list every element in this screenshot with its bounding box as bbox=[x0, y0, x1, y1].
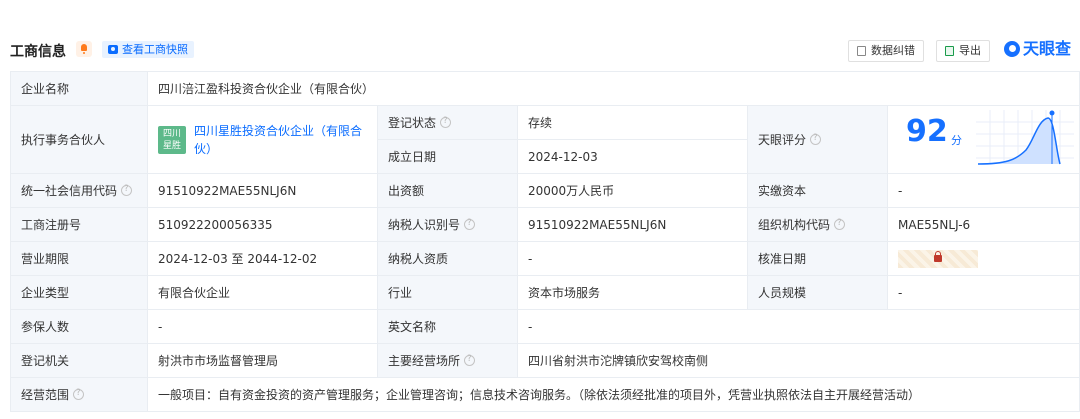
partner-value: 四川 星胜 四川星胜投资合伙企业（有限合伙） bbox=[147, 105, 378, 174]
taxpayer-id-label-text: 纳税人识别号 bbox=[388, 218, 461, 232]
company-name-label: 企业名称 bbox=[10, 71, 148, 106]
reg-status-label: 登记状态 bbox=[377, 105, 518, 140]
table-row: 企业名称 四川涪江盈科投资合伙企业（有限合伙） bbox=[10, 71, 1080, 106]
partner-link[interactable]: 四川星胜投资合伙企业（有限合伙） bbox=[194, 122, 367, 158]
authority-label: 登记机关 bbox=[10, 343, 148, 378]
term-label: 营业期限 bbox=[10, 241, 148, 276]
industry-label: 行业 bbox=[377, 275, 518, 310]
partner-logo-line2: 星胜 bbox=[162, 140, 181, 151]
reg-no-label: 工商注册号 bbox=[10, 207, 148, 242]
scope-label-text: 经营范围 bbox=[21, 388, 70, 402]
table-row: 营业期限 2024-12-03 至 2044-12-02 纳税人资质 - 核准日… bbox=[10, 241, 1080, 276]
help-icon[interactable] bbox=[834, 218, 846, 230]
partner-logo-line1: 四川 bbox=[162, 128, 181, 139]
partner-label: 执行事务合伙人 bbox=[10, 105, 148, 174]
staff-size-value: - bbox=[886, 275, 1080, 310]
brand-logo: 天眼查 bbox=[1004, 38, 1071, 60]
english-name-label: 英文名称 bbox=[377, 309, 518, 344]
tianyancha-logo-icon bbox=[1004, 41, 1020, 57]
credit-code-label-text: 统一社会信用代码 bbox=[21, 184, 118, 198]
snapshot-label: 查看工商快照 bbox=[122, 43, 188, 56]
address-label-text: 主要经营场所 bbox=[388, 354, 461, 368]
paid-capital-label: 实缴资本 bbox=[747, 173, 888, 208]
company-type-value: 有限合伙企业 bbox=[147, 275, 378, 310]
help-icon[interactable] bbox=[121, 184, 133, 196]
credit-code-label: 统一社会信用代码 bbox=[10, 173, 148, 208]
scope-label: 经营范围 bbox=[10, 377, 148, 412]
help-icon[interactable] bbox=[73, 388, 85, 400]
snapshot-button[interactable]: 查看工商快照 bbox=[102, 41, 194, 58]
scope-value: 一般项目：自有资金投资的资产管理服务；企业管理咨询；信息技术咨询服务。（除依法须… bbox=[146, 377, 1080, 412]
org-code-label: 组织机构代码 bbox=[747, 207, 888, 242]
paid-capital-value: - bbox=[886, 173, 1080, 208]
correct-data-label: 数据纠错 bbox=[871, 44, 915, 57]
score-distribution-chart bbox=[976, 110, 1074, 165]
reg-status-value: 存续 bbox=[517, 105, 748, 140]
correct-data-button[interactable]: 数据纠错 bbox=[848, 40, 924, 62]
help-icon[interactable] bbox=[810, 133, 822, 145]
org-code-value: MAE55NLJ-6 bbox=[886, 207, 1080, 242]
taxpayer-qual-label: 纳税人资质 bbox=[377, 241, 518, 276]
english-name-value: - bbox=[516, 309, 1080, 344]
rating-value[interactable]: 92 分 bbox=[886, 105, 1080, 174]
rating-label-text: 天眼评分 bbox=[758, 133, 807, 147]
help-icon[interactable] bbox=[464, 218, 476, 230]
insured-label: 参保人数 bbox=[10, 309, 148, 344]
address-value: 四川省射洪市沱牌镇欣安驾校南侧 bbox=[516, 343, 1080, 378]
camera-icon bbox=[108, 45, 118, 54]
export-button[interactable]: 导出 bbox=[936, 40, 990, 62]
bell-icon[interactable] bbox=[76, 41, 92, 57]
table-row: 统一社会信用代码 91510922MAE55NLJ6N 出资额 20000万人民… bbox=[10, 173, 1080, 208]
section-title: 工商信息 bbox=[10, 44, 66, 60]
table-row: 企业类型 有限合伙企业 行业 资本市场服务 人员规模 - bbox=[10, 275, 1080, 310]
insured-value: - bbox=[147, 309, 378, 344]
approval-date-label: 核准日期 bbox=[747, 241, 888, 276]
credit-code-value: 91510922MAE55NLJ6N bbox=[147, 173, 378, 208]
industry-value: 资本市场服务 bbox=[517, 275, 748, 310]
address-label: 主要经营场所 bbox=[377, 343, 518, 378]
established-value: 2024-12-03 bbox=[517, 139, 748, 174]
table-row: 工商注册号 510922200056335 纳税人识别号 91510922MAE… bbox=[10, 207, 1080, 242]
table-row: 执行事务合伙人 四川 星胜 四川星胜投资合伙企业（有限合伙） 登记状态 存续 天… bbox=[10, 105, 1080, 174]
help-icon[interactable] bbox=[464, 354, 476, 366]
capital-value: 20000万人民币 bbox=[517, 173, 748, 208]
org-code-label-text: 组织机构代码 bbox=[758, 218, 831, 232]
export-icon bbox=[945, 46, 954, 56]
rating-label: 天眼评分 bbox=[747, 105, 888, 174]
authority-value: 射洪市市场监督管理局 bbox=[147, 343, 378, 378]
approval-date-value[interactable] bbox=[886, 241, 1080, 276]
established-label: 成立日期 bbox=[377, 139, 518, 174]
staff-size-label: 人员规模 bbox=[747, 275, 888, 310]
taxpayer-id-value: 91510922MAE55NLJ6N bbox=[517, 207, 748, 242]
table-row: 参保人数 - 英文名称 - bbox=[10, 309, 1080, 344]
table-row: 登记机关 射洪市市场监督管理局 主要经营场所 四川省射洪市沱牌镇欣安驾校南侧 bbox=[10, 343, 1080, 378]
reg-status-label-text: 登记状态 bbox=[388, 116, 437, 130]
capital-label: 出资额 bbox=[377, 173, 518, 208]
score-number: 92 bbox=[906, 114, 948, 149]
brand-text: 天眼查 bbox=[1023, 39, 1072, 58]
locked-content[interactable] bbox=[898, 249, 978, 268]
reg-no-value: 510922200056335 bbox=[147, 207, 378, 242]
edit-doc-icon bbox=[857, 46, 866, 56]
taxpayer-id-label: 纳税人识别号 bbox=[377, 207, 518, 242]
company-type-label: 企业类型 bbox=[10, 275, 148, 310]
taxpayer-qual-value: - bbox=[517, 241, 748, 276]
score-unit: 分 bbox=[951, 134, 962, 147]
company-name-value: 四川涪江盈科投资合伙企业（有限合伙） bbox=[146, 71, 1080, 106]
export-label: 导出 bbox=[959, 44, 981, 57]
help-icon[interactable] bbox=[440, 116, 452, 128]
term-value: 2024-12-03 至 2044-12-02 bbox=[147, 241, 378, 276]
partner-logo: 四川 星胜 bbox=[158, 125, 186, 154]
table-row: 经营范围 一般项目：自有资金投资的资产管理服务；企业管理咨询；信息技术咨询服务。… bbox=[10, 377, 1080, 412]
lock-icon bbox=[934, 250, 942, 262]
business-info-table: 企业名称 四川涪江盈科投资合伙企业（有限合伙） 执行事务合伙人 四川 星胜 四川… bbox=[10, 71, 1080, 412]
section-header: 工商信息 查看工商快照 数据纠错 导出 天眼查 bbox=[0, 0, 1080, 68]
